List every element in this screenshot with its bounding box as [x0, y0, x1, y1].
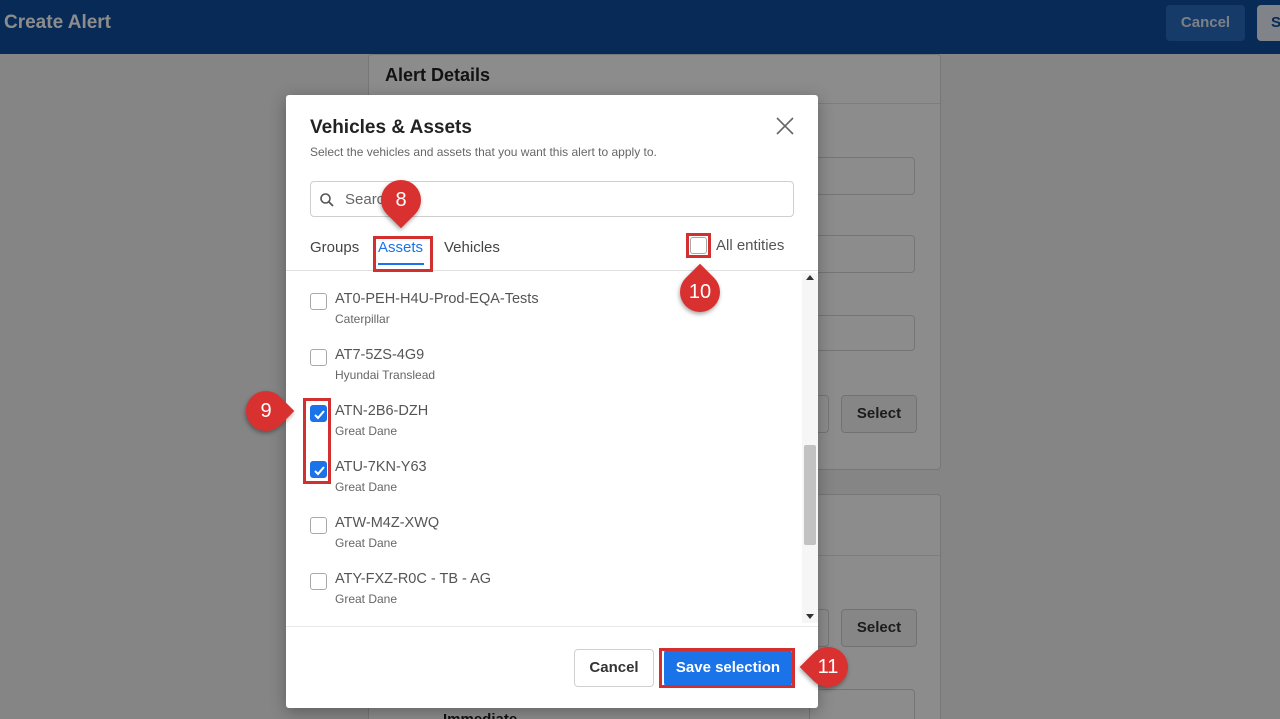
highlight-checked-items [303, 398, 331, 484]
list-item[interactable]: AT7-5ZS-4G9 Hyundai Translead [308, 347, 778, 397]
asset-name: AT0-PEH-H4U-Prod-EQA-Tests [335, 291, 539, 307]
callout-11-number: 11 [817, 656, 839, 678]
scroll-up-icon[interactable] [806, 275, 814, 280]
asset-maker: Great Dane [335, 480, 398, 494]
asset-maker: Hyundai Translead [335, 368, 436, 382]
highlight-assets-tab [373, 236, 433, 272]
asset-maker: Great Dane [335, 592, 398, 606]
modal-cancel-button[interactable]: Cancel [574, 649, 654, 687]
list-item[interactable]: ATU-7KN-Y63 Great Dane [308, 459, 778, 509]
callout-9-number: 9 [260, 400, 272, 422]
vehicles-assets-modal: Vehicles & Assets Select the vehicles an… [286, 95, 818, 708]
list-item[interactable]: ATN-2B6-DZH Great Dane [308, 403, 778, 453]
all-entities-label: All entities [716, 237, 785, 254]
callout-10-number: 10 [688, 281, 712, 303]
tab-groups[interactable]: Groups [310, 239, 359, 256]
item-checkbox[interactable] [310, 517, 327, 534]
list-scrollbar[interactable] [802, 273, 818, 623]
asset-name: ATY-FXZ-R0C - TB - AG [335, 571, 492, 587]
callout-10: 10 [671, 263, 729, 321]
callout-11: 11 [799, 638, 857, 696]
list-item[interactable]: ATW-M4Z-XWQ Great Dane [308, 515, 778, 565]
item-checkbox[interactable] [310, 349, 327, 366]
callout-8-number: 8 [395, 189, 407, 211]
asset-maker: Great Dane [335, 424, 398, 438]
asset-maker: Great Dane [335, 536, 398, 550]
asset-name: ATW-M4Z-XWQ [335, 515, 440, 531]
highlight-all-entities [686, 233, 711, 258]
scroll-down-icon[interactable] [806, 614, 814, 619]
highlight-save-selection [659, 648, 795, 688]
asset-list: AT0-PEH-H4U-Prod-EQA-Tests Caterpillar A… [286, 271, 818, 626]
modal-subtitle: Select the vehicles and assets that you … [310, 145, 657, 159]
asset-maker: Caterpillar [335, 312, 390, 326]
callout-9: 9 [237, 382, 295, 440]
asset-name: ATU-7KN-Y63 [335, 459, 427, 475]
item-checkbox[interactable] [310, 293, 327, 310]
search-icon [320, 193, 334, 207]
asset-name: ATN-2B6-DZH [335, 403, 429, 419]
modal-title: Vehicles & Assets [310, 117, 472, 138]
tab-vehicles[interactable]: Vehicles [444, 239, 500, 256]
item-checkbox[interactable] [310, 573, 327, 590]
close-icon[interactable] [774, 115, 796, 137]
callout-8: 8 [372, 171, 430, 229]
list-item[interactable]: ATY-FXZ-R0C - TB - AG Great Dane [308, 571, 778, 621]
divider [286, 626, 818, 627]
scroll-thumb[interactable] [804, 445, 816, 545]
asset-name: AT7-5ZS-4G9 [335, 347, 425, 363]
